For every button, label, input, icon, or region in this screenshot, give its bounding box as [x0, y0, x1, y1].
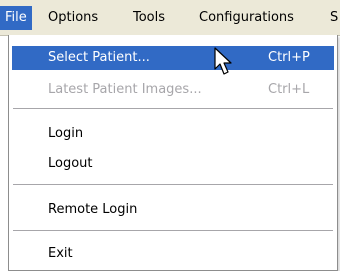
menu-item-latest-patient-images: Latest Patient Images... Ctrl+L [12, 78, 334, 102]
select-patient-label: Select Patient... [48, 50, 150, 65]
select-patient-shortcut: Ctrl+P [268, 50, 310, 65]
menu-bar: File Options Tools Configurations S [0, 0, 340, 36]
menu-item-remote-login[interactable]: Remote Login [12, 198, 334, 222]
menu-item-login[interactable]: Login [12, 122, 334, 146]
logout-label: Logout [48, 156, 93, 171]
menu-configurations[interactable]: Configurations [194, 6, 299, 30]
mouse-pointer-icon [214, 47, 232, 75]
menu-item-select-patient[interactable]: Select Patient... Ctrl+P [12, 46, 334, 70]
login-label: Login [48, 126, 84, 141]
menu-item-logout[interactable]: Logout [12, 152, 334, 176]
menu-separator [13, 108, 333, 110]
menu-separator [13, 230, 333, 232]
menu-truncated[interactable]: S [325, 6, 340, 30]
menu-tools[interactable]: Tools [128, 6, 170, 30]
file-dropdown-menu: Select Patient... Ctrl+P Latest Patient … [8, 35, 338, 271]
menu-file[interactable]: File [0, 6, 32, 30]
menu-options[interactable]: Options [43, 6, 103, 30]
latest-patient-images-shortcut: Ctrl+L [268, 82, 310, 97]
exit-label: Exit [48, 246, 73, 261]
latest-patient-images-label: Latest Patient Images... [48, 82, 202, 97]
menu-item-exit[interactable]: Exit [12, 242, 334, 266]
menu-separator [13, 184, 333, 186]
app-window: File Options Tools Configurations S Sele… [0, 0, 340, 271]
remote-login-label: Remote Login [48, 202, 138, 217]
